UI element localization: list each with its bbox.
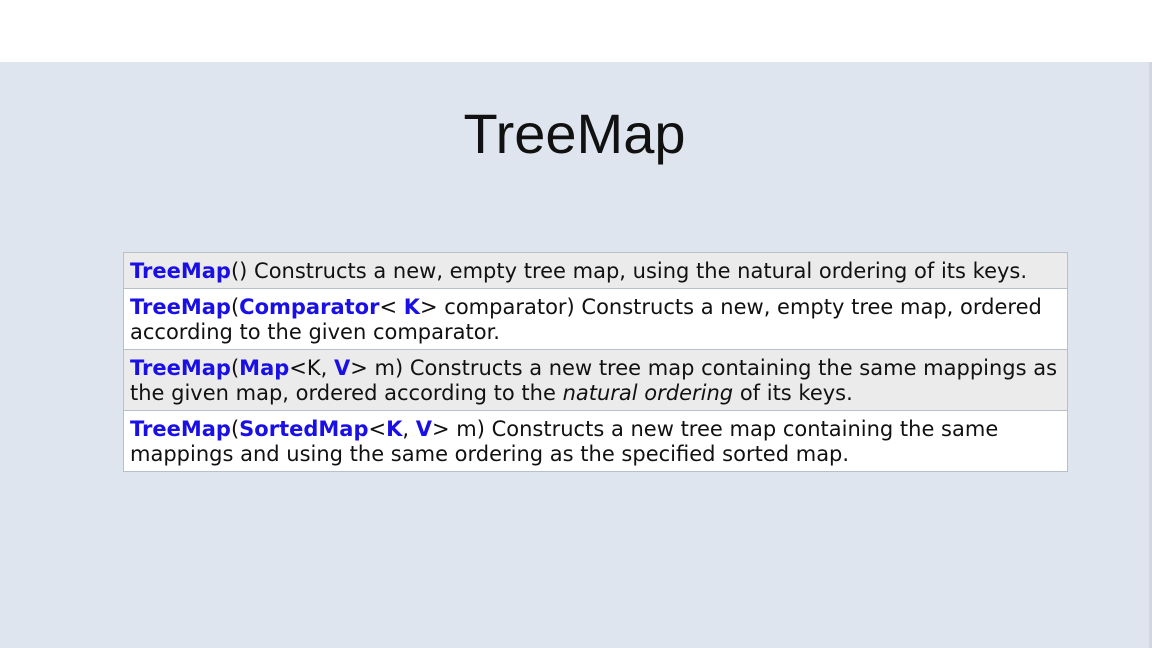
type-param-k-link[interactable]: K	[386, 417, 402, 441]
constructor-name-link[interactable]: TreeMap	[130, 295, 231, 319]
open-paren: (	[230, 356, 240, 380]
slide-title: TreeMap	[463, 102, 686, 165]
constructor-row-comparator: TreeMap(Comparator< K> comparator) Const…	[124, 289, 1067, 350]
constructor-name-link[interactable]: TreeMap	[130, 417, 231, 441]
generic-open: <	[379, 295, 404, 319]
param-type-link[interactable]: Map	[239, 356, 289, 380]
constructor-description: Constructs a new, empty tree map, using …	[247, 259, 1028, 283]
type-param-link[interactable]: K	[404, 295, 420, 319]
type-param-v-link[interactable]: V	[416, 417, 432, 441]
generic-open: <	[368, 417, 387, 441]
constructor-row-sortedmap: TreeMap(SortedMap<K, V> m) Constructs a …	[124, 411, 1067, 471]
open-paren: (	[230, 295, 240, 319]
param-type-link[interactable]: Comparator	[239, 295, 379, 319]
constructor-row-default: TreeMap() Constructs a new, empty tree m…	[124, 253, 1067, 289]
signature-rest: > m)	[350, 356, 404, 380]
signature-rest: > comparator)	[420, 295, 575, 319]
constructor-name-link[interactable]: TreeMap	[130, 356, 231, 380]
constructor-signature: ()	[230, 259, 248, 283]
generic-open: <K,	[289, 356, 334, 380]
signature-rest: > m)	[432, 417, 485, 441]
generic-comma: ,	[402, 417, 416, 441]
constructor-name-link[interactable]: TreeMap	[130, 259, 231, 283]
slide: TreeMap TreeMap() Constructs a new, empt…	[0, 62, 1152, 648]
italic-phrase: natural ordering	[562, 381, 734, 405]
open-paren: (	[230, 417, 240, 441]
param-type-link[interactable]: SortedMap	[239, 417, 368, 441]
constructor-row-map: TreeMap(Map<K, V> m) Constructs a new tr…	[124, 350, 1067, 411]
constructor-table: TreeMap() Constructs a new, empty tree m…	[123, 252, 1068, 472]
constructor-description-end: of its keys.	[733, 381, 853, 405]
type-param-link[interactable]: V	[334, 356, 350, 380]
